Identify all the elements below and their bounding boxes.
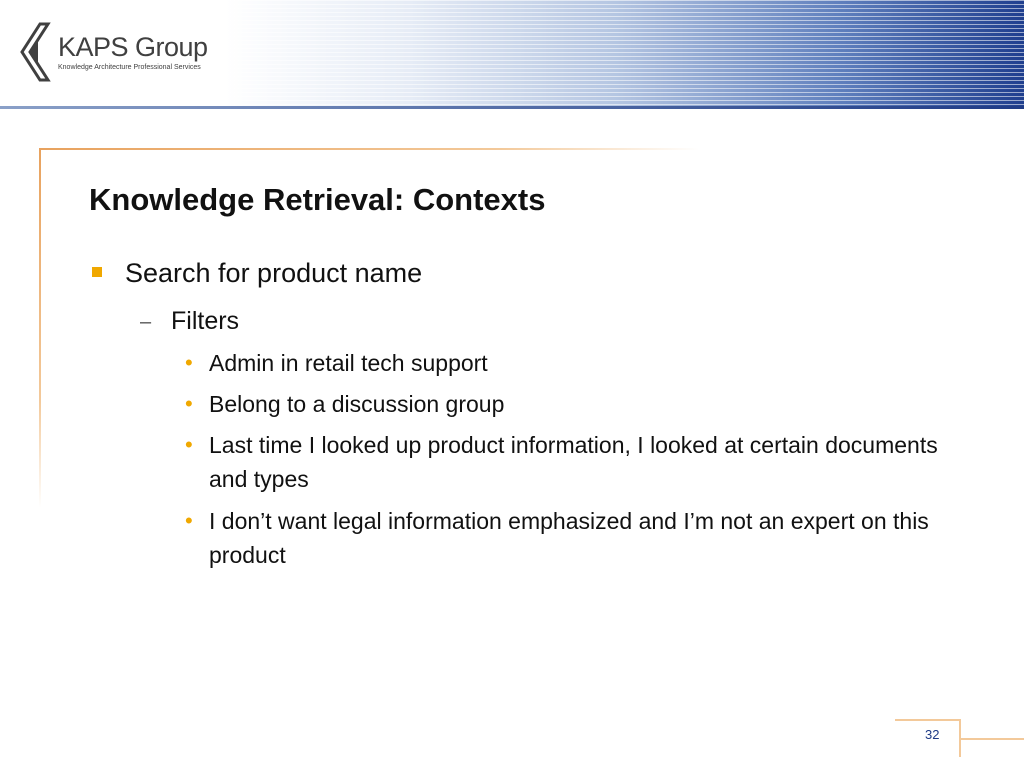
- page-number-line: [959, 738, 1024, 740]
- dash-bullet-icon: –: [140, 311, 152, 333]
- page-number: 32: [925, 727, 940, 742]
- bullet-level1: Search for product name: [125, 258, 423, 288]
- dot-bullet-icon: •: [185, 432, 193, 457]
- bullet-level3-text: Belong to a discussion group: [209, 391, 505, 417]
- dot-bullet-icon: •: [185, 391, 193, 416]
- dot-bullet-icon: •: [185, 350, 193, 375]
- bullet-level2: Filters: [171, 307, 240, 335]
- frame-top-line: [39, 148, 699, 150]
- bullet-level3-text: Admin in retail tech support: [209, 350, 488, 376]
- kaps-group-logo: KAPS Group Knowledge Architecture Profes…: [18, 20, 218, 84]
- slide-title: Knowledge Retrieval: Contexts: [89, 182, 546, 217]
- dot-bullet-icon: •: [185, 508, 193, 533]
- logo-name: KAPS Group: [58, 32, 208, 62]
- square-bullet-icon: [92, 267, 102, 277]
- logo-arrow-icon: [20, 22, 51, 82]
- bullet-level3-text: Last time I looked up product informatio…: [209, 432, 938, 492]
- bullet-level3-text: I don’t want legal information emphasize…: [209, 508, 929, 568]
- frame-left-line: [39, 148, 41, 508]
- header-rule: [0, 106, 1024, 109]
- logo-tagline: Knowledge Architecture Professional Serv…: [58, 64, 201, 71]
